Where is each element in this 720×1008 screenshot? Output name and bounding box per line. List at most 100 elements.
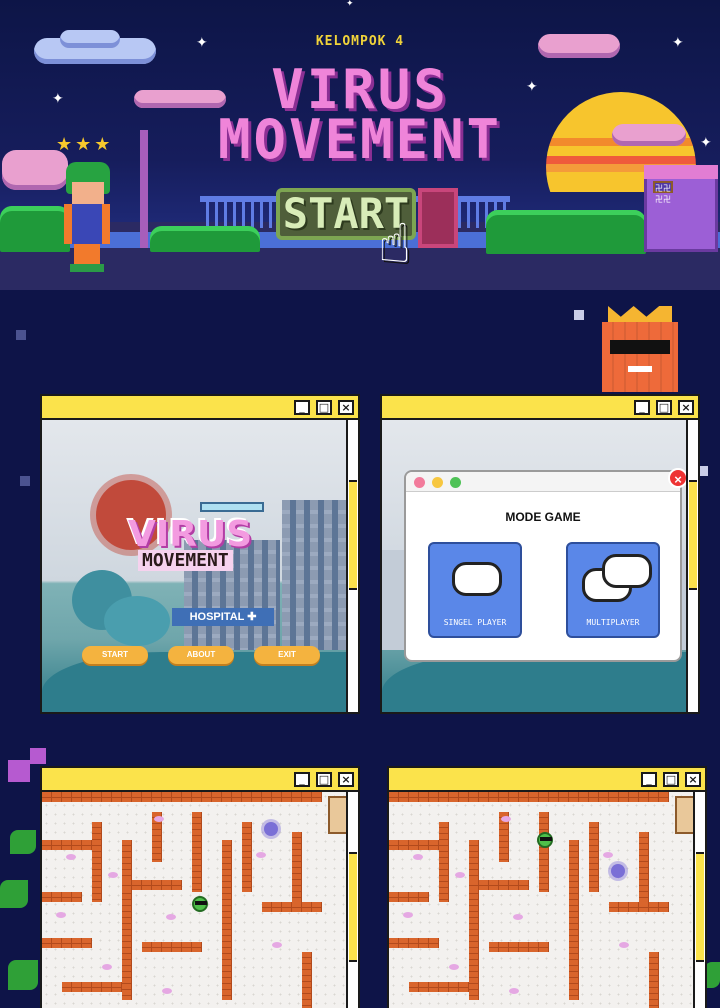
group-label: KELOMPOK 4 <box>315 34 405 49</box>
close-button[interactable]: × <box>685 772 701 787</box>
title-banner: ✦ ✦ ✦ ✦ ✦ ✦ KELOMPOK 4 VIRUS MOVEMENT 卍卍… <box>0 0 720 290</box>
maze-screen <box>42 792 346 1008</box>
scrollbar[interactable] <box>346 420 358 712</box>
mode-select-screen: MODE GAME SINGEL PLAYER MULTIPLAYER <box>382 420 686 712</box>
main-menu-screen: VIRUS MOVEMENT HOSPITAL ✚ START ABOUT EX… <box>42 420 346 712</box>
page-root: ✦ ✦ ✦ ✦ ✦ ✦ KELOMPOK 4 VIRUS MOVEMENT 卍卍… <box>0 0 720 1008</box>
leaf <box>8 960 38 990</box>
pellet <box>256 852 266 858</box>
menu-start-button[interactable]: START <box>82 646 148 664</box>
scroll-thumb[interactable] <box>689 480 697 590</box>
pellet <box>56 912 66 918</box>
hospital-sign: HOSPITAL ✚ <box>172 608 274 626</box>
radio-tower <box>140 130 148 248</box>
pellet <box>603 852 613 858</box>
maze-sign <box>675 796 693 834</box>
maximize-button[interactable]: □ <box>663 772 679 787</box>
hospital-tower <box>282 500 346 650</box>
pixel-dot <box>574 310 584 320</box>
traffic-light-red-icon[interactable] <box>414 477 425 488</box>
scrollbar[interactable] <box>693 792 705 1008</box>
maze <box>389 792 693 1008</box>
traffic-light-green-icon[interactable] <box>450 477 461 488</box>
maximize-button[interactable]: □ <box>656 400 672 415</box>
maximize-button[interactable]: □ <box>316 400 332 415</box>
virus-enemy-icon <box>264 822 278 836</box>
dialog-close-button[interactable]: × <box>668 468 688 488</box>
pellet <box>102 964 112 970</box>
single-player-label: SINGEL PLAYER <box>443 618 507 627</box>
pellet <box>449 964 459 970</box>
pellet <box>154 816 164 822</box>
cloud <box>612 124 686 146</box>
pellet <box>108 872 118 878</box>
player-sprite-icon <box>192 896 208 912</box>
maze-sign <box>328 796 346 834</box>
gamepad-icon <box>602 554 652 588</box>
pixel-flower <box>8 760 30 782</box>
virus-enemy-icon <box>611 864 625 878</box>
window-title-bar: _ □ × <box>42 768 358 792</box>
window-title-bar: _ □ × <box>389 768 705 792</box>
pixel-flower <box>30 748 46 764</box>
pointer-hand-icon: ☝ <box>378 212 411 275</box>
king-character <box>598 306 682 392</box>
pellet <box>501 816 511 822</box>
multiplayer-label: MULTIPLAYER <box>586 618 640 627</box>
player-sprite-icon <box>537 832 553 848</box>
player-character <box>56 160 118 272</box>
close-button[interactable]: × <box>338 772 354 787</box>
bush <box>486 210 646 254</box>
pellet <box>619 942 629 948</box>
bush <box>150 226 260 252</box>
pellet <box>272 942 282 948</box>
window-mode-select: _ □ × MODE GAME SINGEL PLAYER MULTIPLAYE… <box>380 394 700 714</box>
pellet <box>403 912 413 918</box>
dialog-title-bar <box>406 472 680 492</box>
scroll-thumb[interactable] <box>349 480 357 590</box>
minimize-button[interactable]: _ <box>294 400 310 415</box>
leaf <box>10 830 36 854</box>
minimize-button[interactable]: _ <box>294 772 310 787</box>
multiplayer-button[interactable]: MULTIPLAYER <box>566 542 660 638</box>
minimize-button[interactable]: _ <box>641 772 657 787</box>
scrollbar[interactable] <box>346 792 358 1008</box>
pellet <box>166 914 176 920</box>
window-maze-2: _ □ × <box>387 766 707 1008</box>
pellet <box>513 914 523 920</box>
maze <box>42 792 346 1008</box>
pellet <box>413 854 423 860</box>
leaf <box>0 880 28 908</box>
single-player-button[interactable]: SINGEL PLAYER <box>428 542 522 638</box>
syringe-icon <box>200 502 264 512</box>
traffic-light-yellow-icon[interactable] <box>432 477 443 488</box>
pellet <box>162 988 172 994</box>
window-title-bar: _ □ × <box>382 396 698 420</box>
pellet <box>455 872 465 878</box>
pixel-dot <box>16 330 26 340</box>
scroll-thumb[interactable] <box>349 852 357 962</box>
gate <box>418 188 458 248</box>
window-maze-1: _ □ × <box>40 766 360 1008</box>
shop-sign: 卍卍卍卍 <box>653 181 673 204</box>
maximize-button[interactable]: □ <box>316 772 332 787</box>
maze-screen <box>389 792 693 1008</box>
sparkle-icon: ✦ <box>346 0 354 9</box>
menu-about-button[interactable]: ABOUT <box>168 646 234 664</box>
pixel-shop: 卍卍卍卍 <box>644 165 718 252</box>
pellet <box>66 854 76 860</box>
mode-dialog: MODE GAME SINGEL PLAYER MULTIPLAYER <box>404 470 682 662</box>
window-main-menu: _ □ × VIRUS MOVEMENT HOSPITAL ✚ START AB… <box>40 394 360 714</box>
close-button[interactable]: × <box>678 400 694 415</box>
scrollbar[interactable] <box>686 420 698 712</box>
close-button[interactable]: × <box>338 400 354 415</box>
logo-line2: MOVEMENT <box>138 550 233 571</box>
rating-stars: ★★★ <box>56 134 114 155</box>
logo-line1: VIRUS <box>128 514 253 555</box>
minimize-button[interactable]: _ <box>634 400 650 415</box>
pixel-dot <box>20 476 30 486</box>
pellet <box>509 988 519 994</box>
scroll-thumb[interactable] <box>696 852 704 962</box>
menu-exit-button[interactable]: EXIT <box>254 646 320 664</box>
gamepad-icon <box>452 562 502 596</box>
